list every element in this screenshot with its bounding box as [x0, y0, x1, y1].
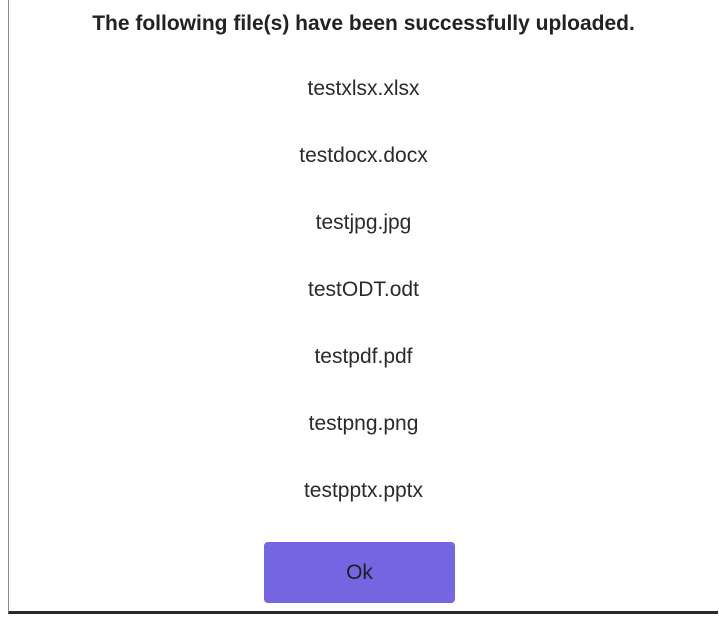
ok-button[interactable]: Ok	[264, 542, 455, 603]
file-item-odt: testODT.odt	[308, 278, 419, 301]
file-item-pdf: testpdf.pdf	[314, 345, 413, 368]
file-item-pptx: testpptx.pptx	[303, 479, 424, 502]
upload-success-dialog: The following file(s) have been successf…	[8, 0, 718, 614]
file-item-jpg: testjpg.jpg	[315, 211, 412, 234]
file-item-xlsx: testxlsx.xlsx	[307, 77, 420, 100]
file-item-docx: testdocx.docx	[299, 144, 428, 167]
dialog-title: The following file(s) have been successf…	[92, 12, 635, 35]
file-item-png: testpng.png	[308, 412, 419, 435]
uploaded-file-list: testxlsx.xlsx testdocx.docx testjpg.jpg …	[9, 74, 718, 543]
